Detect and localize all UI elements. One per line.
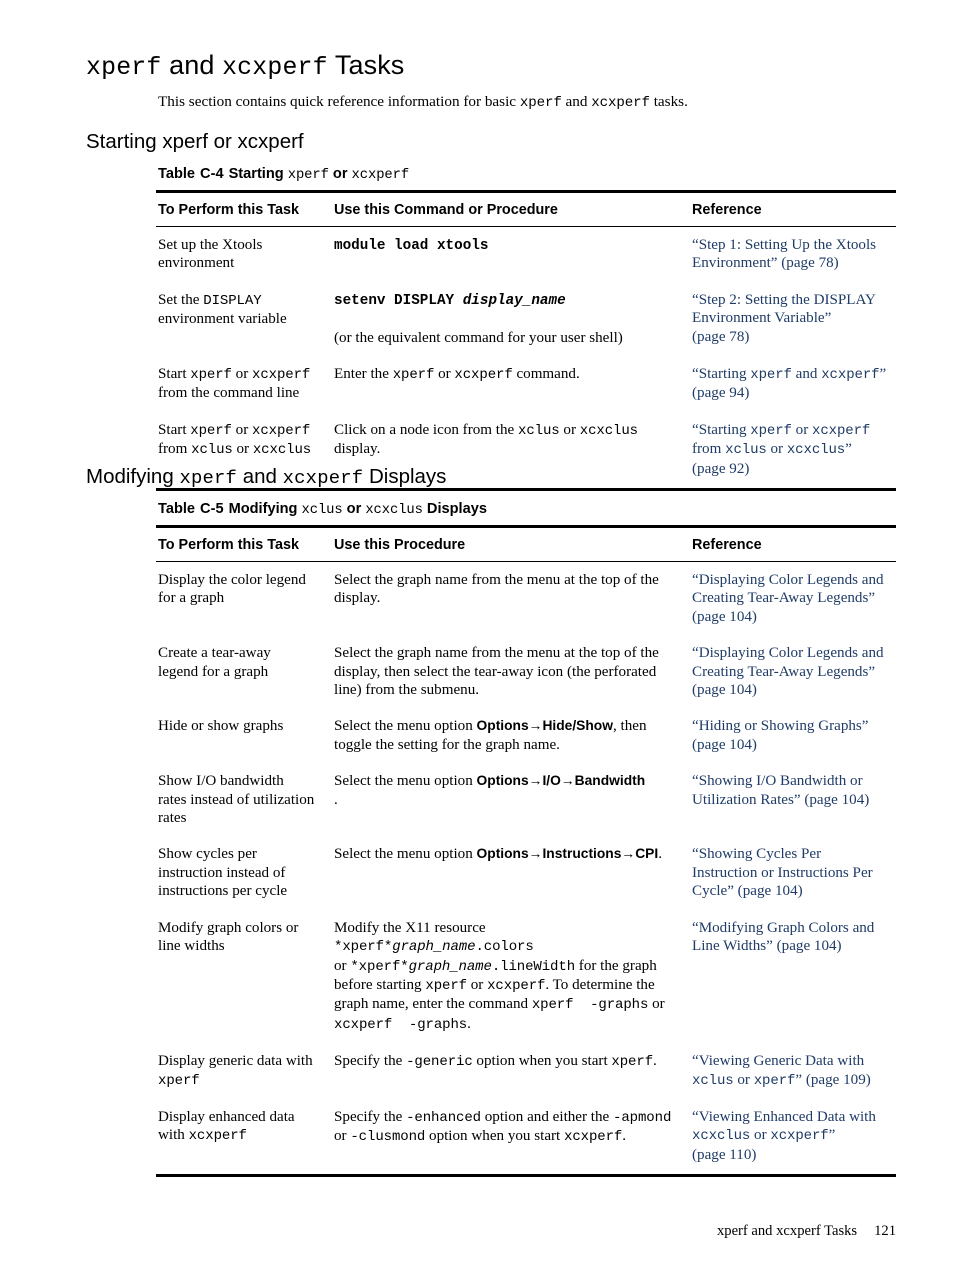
cell-reference[interactable]: “Starting xperf and xcxperf” (page 94) [690,356,896,412]
cell-procedure: Specify the -enhanced option and either … [332,1098,690,1178]
table-row: Hide or show graphs Select the menu opti… [156,708,896,763]
column-header-task: To Perform this Task [156,525,332,562]
section-heading-starting: Starting xperf or xcxperf [86,130,304,153]
table-row: Modify graph colors or line widths Modify… [156,910,896,1043]
section-heading-modifying: Modifying xperf and xcxperf Displays [86,465,447,489]
table-c4-caption: Table C-4 Starting xperf or xcxperf [158,166,410,183]
cell-task: Set up the Xtools environment [158,237,263,272]
cell-procedure: Select the graph name from the menu at t… [334,645,659,699]
menu-path: Options→Hide/Show [476,718,613,734]
menu-path: Options→I/O→Bandwidth [476,773,646,789]
cell-procedure: setenv DISPLAY display_name (or the equiv… [334,292,623,346]
table-row: Set up the Xtools environment module load… [156,227,896,282]
cell-procedure: Enter the xperf or xcxperf command. [334,366,580,384]
cell-task: Hide or show graphs [158,718,284,735]
cell-procedure: module load xtools [334,238,489,254]
cell-task: Show I/O bandwidth rates instead of utili… [158,773,315,827]
cell-reference[interactable]: “Showing Cycles Per Instruction or Instru… [690,836,896,909]
page-footer: xperf and xcxperf Tasks 121 [0,1223,954,1240]
page-title: xperf and xcxperf Tasks [86,50,405,82]
table-row: Start xperf or xcxperf from the command l… [156,356,896,412]
column-header-procedure: Use this Command or Procedure [332,190,690,227]
cell-procedure: Select the menu option Options→Hide/Show… [334,718,647,753]
cell-task: Start xperf or xcxperf from the command l… [158,366,311,402]
table-row: Create a tear-away legend for a graph Sel… [156,635,896,708]
document-page: xperf and xcxperf Tasks This section con… [0,0,954,1271]
table-c4: To Perform this Task Use this Command or… [156,190,896,492]
table-header-row: To Perform this Task Use this Procedure … [156,525,896,562]
cell-task: Display enhanced data with xcxperf [156,1098,332,1178]
table-row: Display generic data with xperf Specify t… [156,1043,896,1099]
column-header-reference: Reference [690,525,896,562]
cell-procedure: Specify the -generic option when you sta… [334,1053,657,1071]
table-c5-caption-number: C-5 [200,501,224,517]
cell-reference[interactable]: “Hiding or Showing Graphs” (page 104) [690,708,896,763]
cell-reference[interactable]: “Displaying Color Legends and Creating Te… [690,562,896,636]
cell-task: Display the color legend for a graph [158,572,306,607]
column-header-procedure: Use this Procedure [332,525,690,562]
cell-procedure: Select the graph name from the menu at t… [334,572,659,607]
footer-page-number: 121 [874,1223,896,1239]
table-row: Display enhanced data with xcxperf Specif… [156,1098,896,1178]
cell-task: Set the DISPLAY environment variable [158,291,287,328]
table-row: Show I/O bandwidth rates instead of utili… [156,763,896,836]
cell-reference[interactable]: “Viewing Generic Data with xclus or xperf… [690,1043,896,1099]
table-c5-caption-label: Table [158,501,196,517]
table-c4-caption-label: Table [158,166,196,182]
table-c5: To Perform this Task Use this Procedure … [156,525,896,1178]
table-row: Show cycles per instruction instead of ins… [156,836,896,909]
table-c4-caption-number: C-4 [200,166,224,182]
footer-title: xperf and xcxperf Tasks [716,1223,858,1239]
column-header-task: To Perform this Task [156,190,332,227]
column-header-reference: Reference [690,190,896,227]
cell-reference[interactable]: “Displaying Color Legends and Creating Te… [690,635,896,708]
cell-procedure: Select the menu option Options→Instructi… [334,846,662,863]
cell-procedure: Modify the X11 resource *xperf*graph_nam… [334,919,665,1033]
cell-reference[interactable]: “Starting xperf or xcxperf from xclus or … [690,411,896,492]
cell-reference[interactable]: “Step 1: Setting Up the Xtools Environmen… [690,227,896,282]
cell-reference[interactable]: “Viewing Enhanced Data with xcxclus or xc… [690,1098,896,1178]
table-row: Display the color legend for a graph Sele… [156,562,896,636]
table-header-row: To Perform this Task Use this Command or… [156,190,896,227]
cell-task: Modify graph colors or line widths [158,919,299,955]
table-c5-caption: Table C-5 Modifying xclus or xcxclus Displ… [158,501,487,518]
table-row: Set the DISPLAY environment variable sete… [156,282,896,356]
menu-path: Options→Instructions→CPI [476,846,659,862]
cell-reference[interactable]: “Step 2: Setting the DISPLAY Environment … [690,282,896,356]
cell-reference[interactable]: “Showing I/O Bandwidth or Utilization Rat… [690,763,896,836]
cell-reference[interactable]: “Modifying Graph Colors and Line Widths” … [690,910,896,1043]
cell-procedure: Select the menu option Options→I/O→Bandw… [334,773,646,808]
cell-task: Display generic data with xperf [158,1053,313,1089]
intro-paragraph: This section contains quick reference in… [158,93,688,111]
cell-task: Show cycles per instruction instead of ins… [158,846,288,900]
cell-task: Create a tear-away legend for a graph [158,645,271,680]
